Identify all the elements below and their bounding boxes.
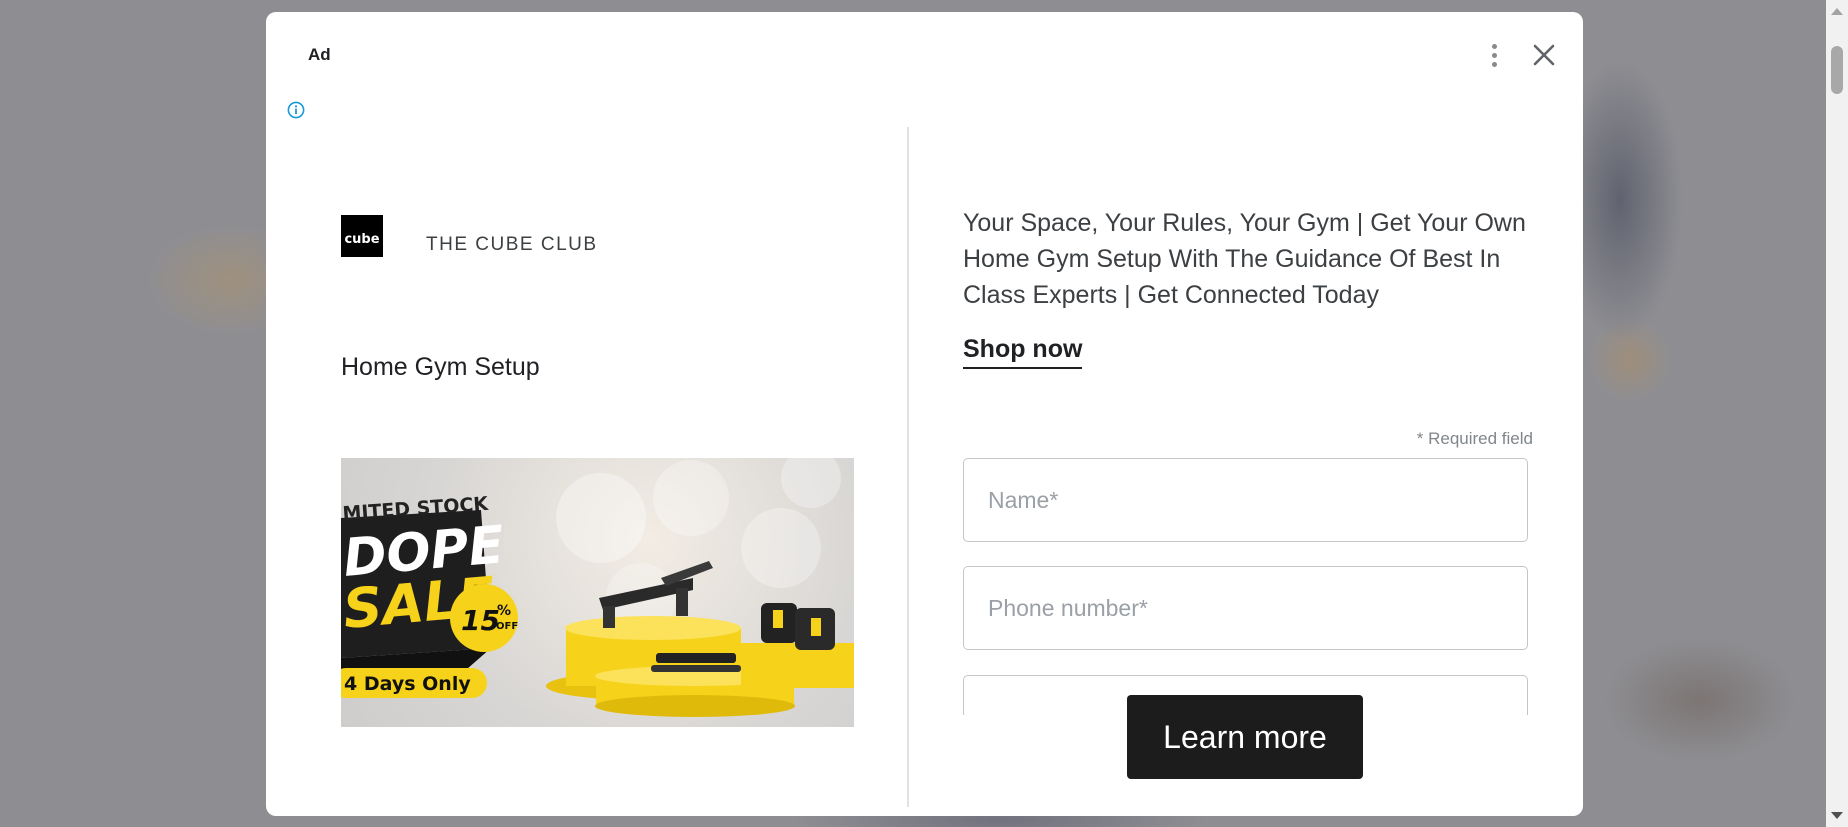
scroll-thumb[interactable] — [1831, 46, 1843, 94]
advertiser-logo[interactable]: cube — [341, 215, 383, 257]
required-field-note: * Required field — [1416, 429, 1533, 448]
shop-now-link[interactable]: Shop now — [963, 335, 1083, 369]
name-field[interactable]: Name* — [963, 458, 1528, 542]
learn-more-button[interactable]: Learn more — [1127, 695, 1363, 779]
info-icon[interactable] — [286, 100, 306, 120]
more-vert-icon[interactable] — [1482, 40, 1506, 70]
promo-discount-pct: 15 — [461, 604, 500, 637]
column-divider — [907, 127, 909, 807]
promo-days-only: 4 Days Only — [344, 673, 471, 695]
phone-field-placeholder: Phone number* — [988, 594, 1148, 621]
scroll-down-arrow-icon[interactable] — [1831, 812, 1843, 819]
name-field-placeholder: Name* — [988, 486, 1059, 513]
promo-discount-sign: % — [497, 603, 511, 619]
scroll-up-arrow-icon[interactable] — [1831, 8, 1843, 15]
ad-modal: Ad cube THE CUBE CLUB Home Gym Setup MIT… — [266, 12, 1583, 816]
ad-label: Ad — [308, 45, 331, 64]
vertical-scrollbar[interactable] — [1826, 0, 1848, 827]
ad-headline[interactable]: Home Gym Setup — [341, 353, 540, 382]
close-icon[interactable] — [1528, 39, 1560, 71]
advertiser-name[interactable]: THE CUBE CLUB — [426, 234, 598, 256]
logo-text: cube — [344, 232, 379, 247]
ad-description[interactable]: Your Space, Your Rules, Your Gym | Get Y… — [963, 205, 1533, 313]
promo-discount-off: OFF — [496, 621, 518, 632]
phone-number-field[interactable]: Phone number* — [963, 566, 1528, 650]
promo-image[interactable]: MITED STOCK DOPE SALE 15 % OFF 4 Days On… — [341, 458, 854, 727]
